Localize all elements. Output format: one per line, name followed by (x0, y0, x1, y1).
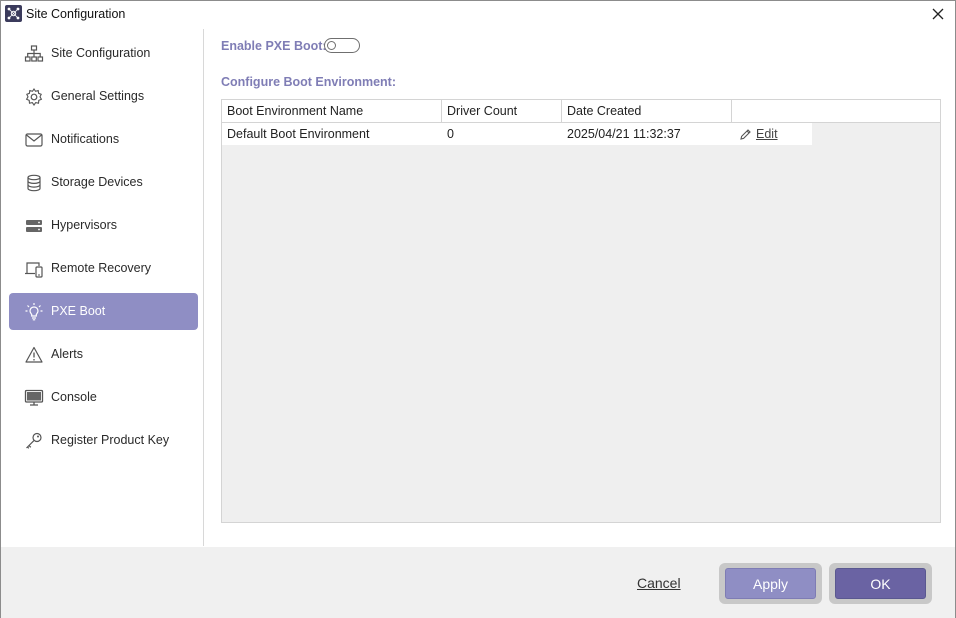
footer: Cancel Apply OK (1, 547, 955, 618)
close-icon (932, 8, 944, 20)
sidebar-item-label: PXE Boot (51, 304, 106, 318)
sidebar-item-alerts[interactable]: Alerts (9, 336, 198, 373)
enable-pxe-boot-label: Enable PXE Boot: (221, 39, 327, 53)
column-header-actions (732, 100, 940, 123)
table-header: Boot Environment Name Driver Count Date … (222, 100, 940, 123)
sidebar-item-pxe-boot[interactable]: PXE Boot (9, 293, 198, 330)
server-icon (26, 220, 42, 232)
column-header-name[interactable]: Boot Environment Name (222, 100, 442, 123)
monitor-icon (24, 389, 44, 406)
edit-link-label: Edit (756, 127, 778, 141)
sidebar-item-notifications[interactable]: Notifications (9, 121, 198, 158)
sidebar-item-label: Storage Devices (51, 175, 143, 189)
apply-button[interactable]: Apply (725, 568, 816, 599)
sidebar-item-label: Alerts (51, 347, 83, 361)
configure-boot-environment-label: Configure Boot Environment: (221, 75, 396, 89)
sidebar-item-label: Hypervisors (51, 218, 117, 232)
sidebar-item-label: Remote Recovery (51, 261, 152, 275)
database-icon (27, 174, 41, 192)
sitemap-icon (24, 45, 44, 62)
gear-icon (25, 87, 43, 106)
sidebar-item-label: Console (51, 390, 97, 404)
sidebar-item-label: Register Product Key (51, 433, 170, 447)
cell-driver-count: 0 (447, 127, 454, 141)
ok-button-frame: OK (829, 563, 932, 604)
app-logo-icon (5, 5, 22, 22)
pencil-icon (740, 129, 751, 140)
devices-icon (25, 262, 43, 278)
lightbulb-icon (25, 303, 43, 321)
key-icon (26, 432, 42, 449)
sidebar-item-register-product-key[interactable]: Register Product Key (9, 422, 198, 459)
ok-button[interactable]: OK (835, 568, 926, 599)
sidebar-item-label: General Settings (51, 89, 145, 103)
sidebar-item-storage-devices[interactable]: Storage Devices (9, 164, 198, 201)
column-header-date-created[interactable]: Date Created (562, 100, 732, 123)
main-panel: Enable PXE Boot: Configure Boot Environm… (221, 29, 941, 529)
window-title: Site Configuration (26, 7, 126, 21)
site-configuration-window: Site Configuration Site Configuration Ge… (0, 0, 956, 618)
cancel-button[interactable]: Cancel (637, 575, 681, 591)
cell-boot-environment-name: Default Boot Environment (227, 127, 370, 141)
sidebar-item-console[interactable]: Console (9, 379, 198, 416)
sidebar-item-hypervisors[interactable]: Hypervisors (9, 207, 198, 244)
column-header-driver-count[interactable]: Driver Count (442, 100, 562, 123)
title-bar: Site Configuration (1, 1, 955, 27)
sidebar: Site Configuration General Settings Noti… (1, 29, 204, 546)
sidebar-item-label: Site Configuration (51, 46, 151, 60)
envelope-icon (25, 133, 43, 147)
sidebar-item-site-configuration[interactable]: Site Configuration (9, 35, 198, 72)
toggle-knob (327, 41, 336, 50)
close-button[interactable] (927, 3, 949, 25)
cell-date-created: 2025/04/21 11:32:37 (567, 127, 681, 141)
table-row[interactable]: Default Boot Environment 0 2025/04/21 11… (222, 123, 812, 145)
sidebar-item-general-settings[interactable]: General Settings (9, 78, 198, 115)
apply-button-frame: Apply (719, 563, 822, 604)
enable-pxe-boot-toggle[interactable] (324, 38, 360, 53)
warning-icon (25, 346, 43, 363)
boot-environment-table: Boot Environment Name Driver Count Date … (221, 99, 941, 523)
sidebar-item-remote-recovery[interactable]: Remote Recovery (9, 250, 198, 287)
sidebar-item-label: Notifications (51, 132, 120, 146)
